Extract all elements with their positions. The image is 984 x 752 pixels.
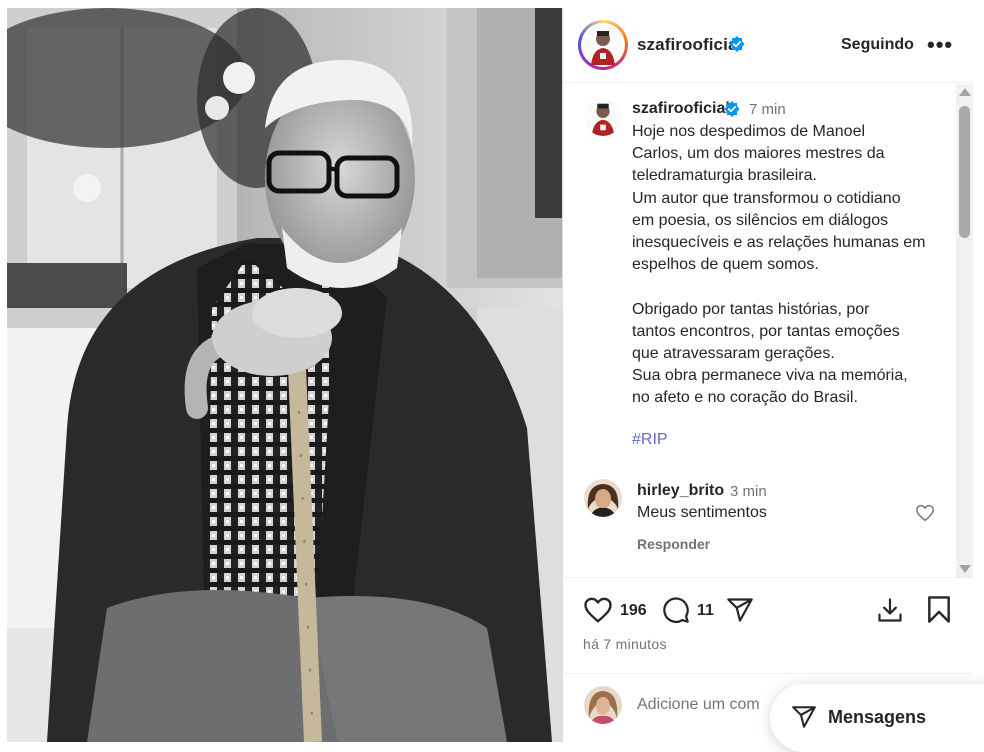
author-avatar[interactable]	[578, 20, 628, 70]
comment-bubble-icon[interactable]	[662, 596, 690, 624]
comment-count[interactable]: 11	[697, 602, 714, 620]
messages-paper-plane-icon	[792, 706, 816, 728]
comment-username[interactable]: hirley_brito	[637, 482, 724, 500]
messages-label: Mensagens	[828, 707, 927, 727]
caption-verified-badge-icon	[724, 101, 740, 117]
caption-timestamp: 7 min	[749, 101, 786, 118]
comment-text: Meus sentimentos	[637, 504, 767, 521]
save-bookmark-icon[interactable]	[926, 595, 952, 624]
current-user-avatar-image	[584, 686, 622, 724]
comment-timestamp: 3 min	[730, 483, 767, 500]
hashtag-link[interactable]: #RIP	[632, 431, 668, 449]
author-username[interactable]: szafirooficial	[637, 35, 742, 55]
like-heart-icon[interactable]	[583, 596, 613, 624]
post-photo[interactable]	[7, 8, 562, 742]
scroll-down-arrow-icon[interactable]	[959, 565, 971, 573]
post-header: szafirooficial Seguindo •••	[563, 8, 973, 83]
commenter-avatar[interactable]	[584, 479, 622, 517]
comments-scrollbar[interactable]	[956, 84, 973, 577]
post-timestamp: há 7 minutos	[583, 636, 667, 652]
more-options-icon[interactable]: •••	[927, 32, 953, 58]
instagram-post-window: szafirooficial Seguindo ••• szafiroofici…	[0, 0, 984, 752]
reply-button[interactable]: Responder	[637, 536, 710, 552]
verified-badge-icon	[729, 36, 745, 52]
like-count[interactable]: 196	[620, 602, 647, 620]
post-photo-image	[7, 8, 562, 742]
commenter-avatar-image	[584, 479, 622, 517]
caption-username[interactable]: szafirooficial	[632, 100, 730, 118]
download-icon[interactable]	[876, 596, 904, 624]
scroll-up-arrow-icon[interactable]	[959, 88, 971, 96]
caption-author-avatar[interactable]	[584, 98, 622, 136]
share-paper-plane-icon[interactable]	[725, 596, 755, 624]
caption-text: Hoje nos despedimos de Manoel Carlos, um…	[632, 123, 926, 407]
comment-like-heart-icon[interactable]	[915, 504, 935, 522]
post-actions-bar: 196 11 há 7 minutos	[563, 577, 973, 673]
current-user-avatar	[584, 686, 622, 724]
messages-button[interactable]: Mensagens	[770, 684, 984, 752]
post-side-panel: szafirooficial Seguindo ••• szafiroofici…	[562, 8, 973, 742]
author-avatar-image	[583, 25, 623, 65]
add-comment-input[interactable]	[637, 696, 777, 714]
following-button[interactable]: Seguindo	[841, 36, 914, 54]
caption-author-avatar-image	[584, 98, 622, 136]
comments-scroll-area[interactable]: szafirooficial 7 min Hoje nos despedimos…	[563, 84, 973, 577]
scrollbar-thumb[interactable]	[959, 106, 970, 238]
